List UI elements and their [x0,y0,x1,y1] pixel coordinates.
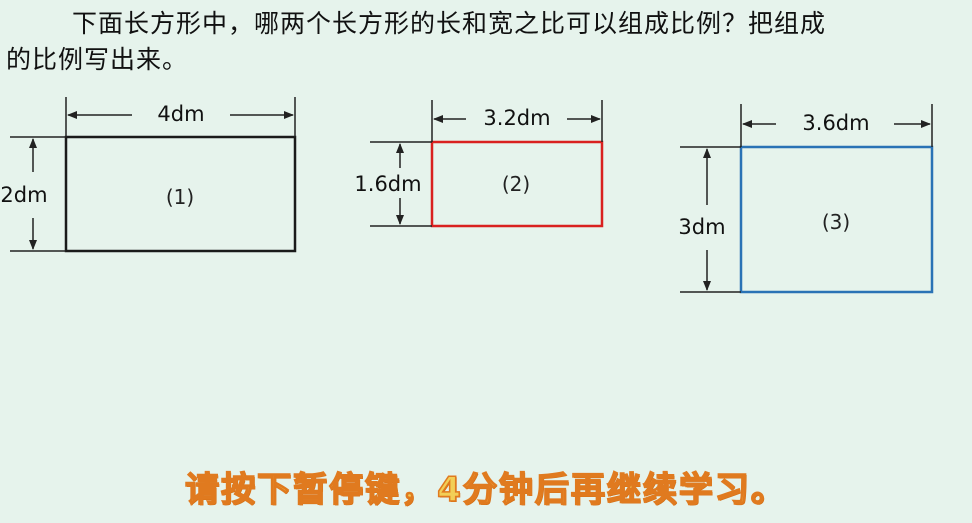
rectangle-3-length-arrowhead-left [742,120,752,128]
rectangle-3-width-arrowhead-bottom [703,281,711,291]
rectangle-1-width-label: 2dm [0,183,47,207]
rectangle-1-length-arrowhead-left [67,111,77,119]
rectangle-1-length-label: 4dm [157,102,204,126]
rectangle-2-length-arrowhead-left [433,115,443,123]
rectangle-1-label: (1) [166,185,194,209]
rectangle-1-width-arrowhead-top [29,138,37,148]
rectangle-2-length-arrowhead-right [591,115,601,123]
slide: 下面长方形中，哪两个长方形的长和宽之比可以组成比例？把组成 的比例写出来。 (1… [0,0,972,523]
rectangle-3-label: (3) [822,210,850,234]
rectangle-2-width-label: 1.6dm [354,172,421,196]
rectangle-1-group: (1) 4dm 2dm [0,97,297,253]
rectangle-3-length-label: 3.6dm [802,111,869,135]
rectangles-figure: (1) 4dm 2dm (2) 3.2dm 1.6dm (3) 3.6dm 3d… [0,97,934,294]
rectangle-3-length-arrowhead-right [921,120,931,128]
rectangle-2-length-label: 3.2dm [483,106,550,130]
rectangle-3-width-label: 3dm [678,215,725,239]
rectangle-3-group: (3) 3.6dm 3dm [678,104,934,294]
rectangle-3-width-arrowhead-top [703,148,711,158]
rectangle-1-width-arrowhead-bottom [29,240,37,250]
rectangle-2-width-arrowhead-bottom [396,215,404,225]
rectangle-1-length-arrowhead-right [284,111,294,119]
rectangle-2-label: (2) [502,172,530,196]
pause-notice: 请按下暂停键，4分钟后再继续学习。 [184,469,787,511]
rectangle-2-group: (2) 3.2dm 1.6dm [354,100,604,228]
rectangle-2-width-arrowhead-top [396,143,404,153]
